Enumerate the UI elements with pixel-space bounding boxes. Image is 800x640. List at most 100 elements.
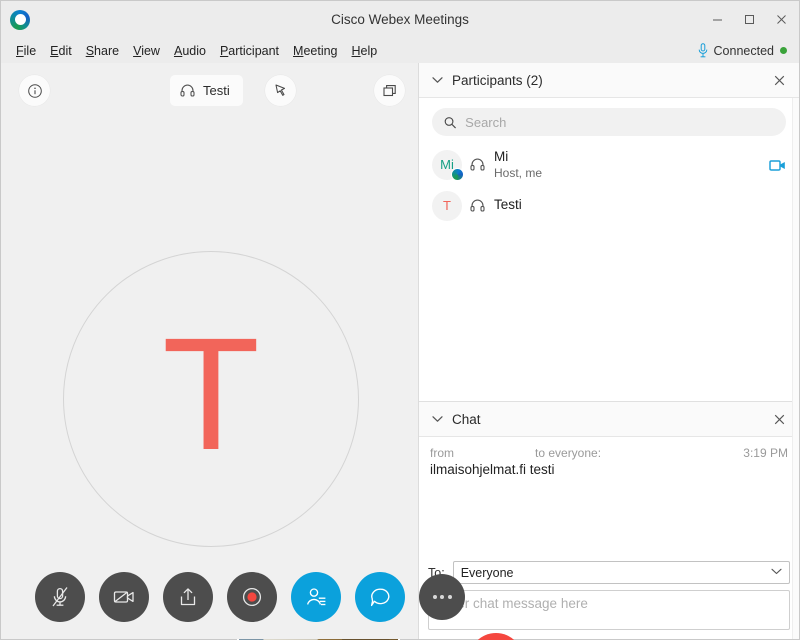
participants-panel-close-icon[interactable] [769,70,789,90]
stage-toolbar: Testi [1,63,418,119]
connection-status-dot [780,47,787,54]
record-button[interactable] [227,572,277,622]
participant-name: Mi [494,149,509,164]
menu-share-mnemonic: S [85,43,95,58]
chat-recipient-select[interactable]: Everyone [452,561,790,584]
video-stage: Testi T [1,63,523,640]
chat-message: from to everyone: 3:19 PM ilmaisohjelmat… [430,446,788,479]
participants-button[interactable] [291,572,341,622]
participant-names: Mi Host, me [494,149,542,181]
search-input[interactable] [465,114,774,130]
menu-view[interactable]: View [126,42,167,60]
window-controls [701,1,799,38]
chat-panel: Chat from to everyone: 3:19 PM ilmaisohj… [419,401,799,639]
menu-help[interactable]: Help [345,42,385,60]
menu-share[interactable]: Share [79,42,126,60]
webex-badge-icon [451,167,464,181]
window-body: Testi T Participants (2) Search Mi Mi Ho… [1,63,799,640]
connection-status: Connected [698,43,799,58]
menu-meeting-label: eeting [303,43,338,58]
chat-recipient-value: Everyone [460,565,514,580]
active-speaker-avatar: T [63,251,359,547]
menu-help-label: elp [360,43,378,58]
mute-button[interactable] [35,572,85,622]
menu-audio-label: udio [182,43,206,58]
avatar-initials: T [443,198,451,214]
video-camera-icon[interactable] [769,158,787,172]
search-icon [444,116,456,128]
layout-icon [382,84,396,96]
chat-panel-close-icon[interactable] [769,409,789,429]
headset-icon [470,199,485,212]
maximize-button[interactable] [733,5,765,35]
active-speaker-pill[interactable]: Testi [170,75,243,106]
window-title: Cisco Webex Meetings [331,12,469,27]
chat-message-text: ilmaisohjelmat.fi testi [430,462,555,477]
chat-message-from: from [430,446,454,460]
layout-button[interactable] [374,75,405,106]
avatar: T [432,190,462,221]
pin-speaker-button[interactable] [265,75,296,106]
participant-row-testi[interactable]: T Testi [419,186,799,226]
chat-recipient-row: To: Everyone [428,561,790,584]
pin-icon [275,84,286,96]
chevron-down-icon[interactable] [430,73,444,87]
webex-meetings-window: Cisco Webex Meetings File Edit Share Vie… [0,0,800,640]
participant-row-mi[interactable]: Mi Mi Host, me [419,144,799,186]
avatar-initial: T [162,304,260,483]
stage-video-area: T [1,119,418,640]
chat-panel-header: Chat [419,402,799,437]
menu-audio[interactable]: Audio [167,42,213,60]
menu-participant[interactable]: Participant [213,42,286,60]
record-icon [242,587,262,607]
menu-edit-mnemonic: E [50,43,59,58]
menu-meeting[interactable]: Meeting [286,42,344,60]
info-circle-icon [27,83,42,98]
microphone-muted-icon [52,587,68,607]
meeting-info-button[interactable] [19,75,50,106]
menu-file[interactable]: File [9,42,43,60]
chat-panel-title: Chat [452,411,481,427]
active-speaker-name: Testi [203,83,230,98]
menu-file-mnemonic: F [16,43,24,58]
share-screen-icon [180,588,196,606]
share-button[interactable] [163,572,213,622]
connection-label: Connected [713,43,774,58]
menu-bar: File Edit Share View Audio Participant M… [1,38,799,63]
video-button[interactable] [99,572,149,622]
chevron-down-icon[interactable] [430,412,444,426]
chat-compose-area: To: Everyone Enter chat message here [419,555,799,639]
chat-bubble-icon [370,588,389,606]
headset-icon [470,158,485,171]
chevron-down-icon [771,567,782,578]
participant-names: Testi [494,197,522,214]
participants-panel-title: Participants (2) [452,72,543,88]
participant-role: Host, me [494,165,543,180]
more-options-button[interactable] [419,574,465,620]
avatar: Mi [432,149,464,181]
chat-button[interactable] [355,572,405,622]
menu-meeting-mnemonic: M [293,43,304,58]
participants-list-container: Mi Mi Host, me [419,98,799,401]
panel-scrollbar[interactable] [792,98,799,639]
webex-logo-icon [10,9,30,30]
headset-icon [180,84,195,97]
chat-message-meta: from to everyone: 3:19 PM [430,446,788,460]
meeting-controls-toolbar [1,555,465,639]
menu-help-mnemonic: H [351,43,361,58]
participants-panel-header: Participants (2) [419,63,799,98]
microphone-icon [698,43,707,58]
side-panels: Participants (2) Mi [418,63,799,639]
minimize-button[interactable] [701,5,733,35]
participant-search[interactable] [432,108,786,136]
menu-file-label: ile [23,43,37,58]
menu-edit[interactable]: Edit [43,42,79,60]
chat-message-to: to everyone: [535,446,602,460]
camera-off-icon [113,591,134,603]
menu-view-label: iew [141,43,160,58]
close-button[interactable] [765,5,797,35]
chat-message-log[interactable]: from to everyone: 3:19 PM ilmaisohjelmat… [419,437,799,555]
chat-message-input[interactable]: Enter chat message here [428,590,790,630]
more-options-icon [432,595,452,599]
chat-message-time: 3:19 PM [743,446,788,460]
